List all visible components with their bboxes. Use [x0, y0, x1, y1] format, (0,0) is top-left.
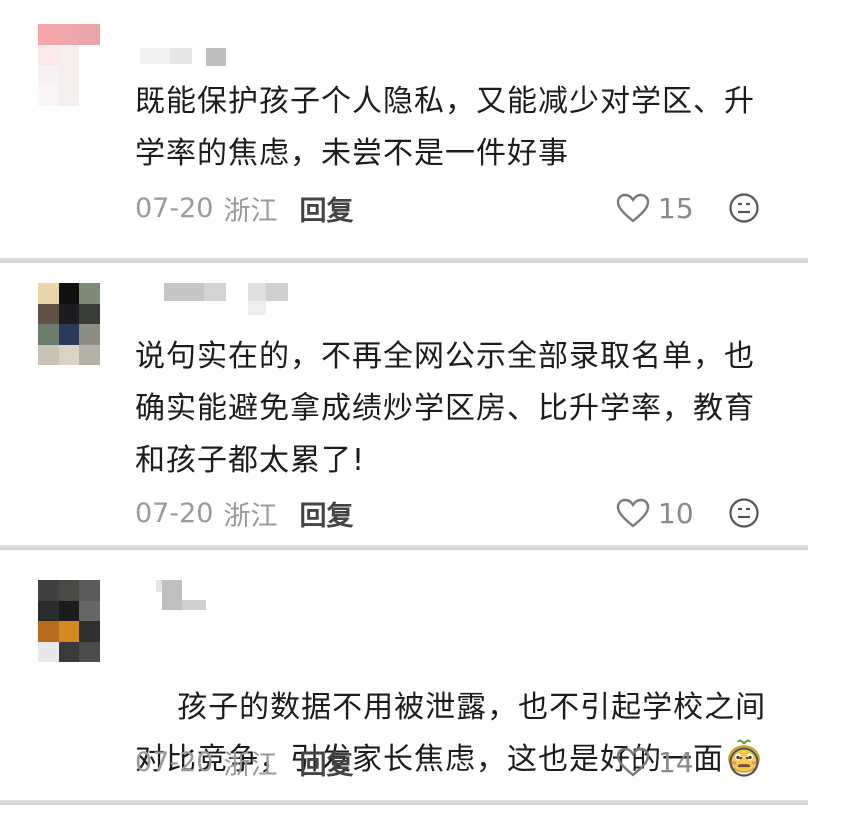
comment-card: 孩子的数据不用被泄露，也不引起学校之间对比竞争，引发家长焦虑，这也是好的一面 0…: [0, 550, 808, 800]
heart-outline-icon: [616, 747, 650, 777]
like-button[interactable]: 15: [616, 190, 694, 226]
comment-text: 孩子的数据不用被泄露，也不引起学校之间对比竞争，引发家长焦虑，这也是好的一面: [135, 630, 775, 838]
reply-button[interactable]: 回复: [299, 743, 353, 782]
reply-button[interactable]: 回复: [299, 189, 353, 228]
like-count: 10: [658, 496, 694, 530]
reply-button[interactable]: 回复: [299, 494, 353, 533]
comment-location: 浙江: [223, 195, 278, 227]
avatar[interactable]: [38, 283, 100, 365]
comment-text: 既能保护孩子个人隐私，又能减少对学区、升学率的焦虑，未尝不是一件好事: [135, 84, 755, 171]
comment-card: 说句实在的，不再全网公示全部录取名单，也确实能避免拿成绩炒学区房、比升学率，教育…: [0, 263, 808, 545]
smiley-face-icon[interactable]: [728, 746, 760, 778]
heart-outline-icon: [616, 193, 650, 223]
comment-location: 浙江: [223, 749, 278, 781]
smiley-face-icon[interactable]: [728, 192, 760, 224]
comment-location: 浙江: [223, 500, 278, 532]
like-button[interactable]: 10: [616, 495, 694, 531]
like-button[interactable]: 14: [616, 744, 694, 780]
comment-date: 07-20: [135, 746, 214, 778]
like-count: 15: [658, 191, 694, 225]
comment-meta: 07-20 浙江 回复: [135, 743, 353, 782]
comment-text: 说句实在的，不再全网公示全部录取名单，也确实能避免拿成绩炒学区房、比升学率，教育…: [135, 339, 755, 478]
heart-outline-icon: [616, 498, 650, 528]
divider: [0, 800, 808, 805]
like-count: 14: [658, 745, 694, 779]
comment-date: 07-20: [135, 192, 214, 224]
comment-card: 既能保护孩子个人隐私，又能减少对学区、升学率的焦虑，未尝不是一件好事 07-20…: [0, 0, 808, 258]
avatar[interactable]: [38, 580, 100, 662]
smiley-face-icon[interactable]: [728, 497, 760, 529]
comment-meta: 07-20 浙江 回复: [135, 189, 353, 228]
avatar[interactable]: [38, 24, 100, 106]
comment-meta: 07-20 浙江 回复: [135, 494, 353, 533]
comment-date: 07-20: [135, 497, 214, 529]
